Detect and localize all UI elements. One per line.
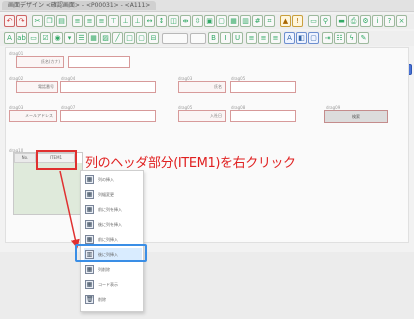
same-size-icon[interactable]: ◫ — [168, 15, 179, 27]
send-back-icon[interactable]: ▢ — [216, 15, 227, 27]
paste-icon[interactable]: ▤ — [56, 15, 67, 27]
align-right-icon[interactable]: ≡ — [96, 15, 107, 27]
grid-icon: ▦ — [85, 220, 94, 229]
item1-highlight-box — [36, 150, 77, 170]
grid-tool-icon[interactable]: ▦ — [88, 32, 99, 44]
event-icon[interactable]: ϟ — [346, 32, 357, 44]
search-button[interactable]: 検索 — [324, 110, 388, 123]
warning-icon[interactable]: ! — [292, 15, 303, 27]
align-top-icon[interactable]: ⊤ — [108, 15, 119, 27]
h-spacing-icon[interactable]: ⇹ — [180, 15, 191, 27]
label-name[interactable]: 氏名 — [178, 81, 226, 93]
bring-front-icon[interactable]: ▣ — [204, 15, 215, 27]
menu-item[interactable]: ▦ 列幅変更 — [84, 188, 142, 201]
grid-icon: ▦ — [85, 190, 94, 199]
button-tool-icon[interactable]: ▭ — [28, 32, 39, 44]
annotation-text: 列のヘッダ部分(ITEM1)を右クリック — [85, 156, 296, 171]
check-tool-icon[interactable]: ☑ — [40, 32, 51, 44]
snap-icon[interactable]: ⌗ — [264, 15, 275, 27]
menu-item[interactable]: 🗑 削除 — [84, 293, 142, 306]
lock-icon[interactable]: ▲ — [280, 15, 291, 27]
image-tool-icon[interactable]: ▨ — [100, 32, 111, 44]
grid-icon: ▦ — [85, 175, 94, 184]
zoom-icon[interactable]: ⚲ — [320, 15, 331, 27]
label-phone[interactable]: 電話番号 — [16, 81, 58, 93]
field-name[interactable] — [230, 81, 296, 93]
title-bar: 画面デザイン <確認画面> - <P00031> - <A111> — [0, 0, 414, 12]
combo-tool-icon[interactable]: ▾ — [64, 32, 75, 44]
grid-icon: ▦ — [85, 235, 94, 244]
field-date[interactable] — [230, 110, 296, 122]
selected-menu-highlight — [75, 244, 147, 262]
print-icon[interactable]: ⎙ — [348, 15, 359, 27]
rect-tool-icon[interactable]: □ — [124, 32, 135, 44]
tab-tool-icon[interactable]: ⊟ — [148, 32, 159, 44]
text-center-icon[interactable]: ≡ — [258, 32, 269, 44]
tab-order-icon[interactable]: ⇥ — [322, 32, 333, 44]
frame-tool-icon[interactable]: ▢ — [136, 32, 147, 44]
grid-toggle-icon[interactable]: # — [252, 15, 263, 27]
grid-icon: ▦ — [85, 280, 94, 289]
context-menu: ▦ 列の挿入 ▦ 列幅変更 ▦ 前に列を挿入 ▦ 後に列を挿入 ▦ 前に列挿入 … — [80, 170, 144, 312]
italic-icon[interactable]: I — [220, 32, 231, 44]
menu-item[interactable]: ▦ 列の挿入 — [84, 173, 142, 186]
same-width-icon[interactable]: ↔ — [144, 15, 155, 27]
grid-icon: ▦ — [85, 205, 94, 214]
textbox-tool-icon[interactable]: ab — [16, 32, 27, 44]
field-phone[interactable] — [60, 81, 156, 93]
font-color-icon[interactable]: A — [284, 32, 295, 44]
list-tool-icon[interactable]: ☰ — [76, 32, 87, 44]
menu-item[interactable]: ▦ 列削除 — [84, 263, 142, 276]
copy-icon[interactable]: ❐ — [44, 15, 55, 27]
align-center-icon[interactable]: ≡ — [84, 15, 95, 27]
grid-icon: ▦ — [85, 265, 94, 274]
underline-icon[interactable]: U — [232, 32, 243, 44]
close-icon[interactable]: × — [396, 15, 407, 27]
ungroup-icon[interactable]: ▥ — [240, 15, 251, 27]
save-icon[interactable]: ▬ — [336, 15, 347, 27]
design-window: 画面デザイン <確認画面> - <P00031> - <A111> ↶ ↷ ✂ … — [0, 0, 414, 252]
label-email[interactable]: メールアドレス — [9, 110, 57, 122]
font-size-select[interactable] — [190, 33, 206, 44]
toolbar-top: ↶ ↷ ✂ ❐ ▤ ≡ ≡ ≡ ⊤ ⊥ ⊥ ↔ ↕ ◫ ⇹ ⇳ ▣ ▢ ▦ ▥ … — [0, 14, 414, 29]
info-icon[interactable]: i — [372, 15, 383, 27]
label-tool-icon[interactable]: A — [4, 32, 15, 44]
redo-icon[interactable]: ↷ — [16, 15, 27, 27]
align-bottom-icon[interactable]: ⊥ — [132, 15, 143, 27]
label-name-kana[interactable]: 氏名(カナ) — [16, 56, 64, 68]
font-select[interactable] — [162, 33, 188, 44]
menu-item[interactable]: ▦ 後に列を挿入 — [84, 218, 142, 231]
property-icon[interactable]: ☷ — [334, 32, 345, 44]
window-title: 画面デザイン <確認画面> - <P00031> - <A111> — [2, 1, 157, 10]
undo-icon[interactable]: ↶ — [4, 15, 15, 27]
group-icon[interactable]: ▦ — [228, 15, 239, 27]
settings-icon[interactable]: ⚙ — [360, 15, 371, 27]
align-middle-icon[interactable]: ⊥ — [120, 15, 131, 27]
grid-body[interactable] — [14, 163, 82, 214]
align-left-icon[interactable]: ≡ — [72, 15, 83, 27]
same-height-icon[interactable]: ↕ — [156, 15, 167, 27]
trash-icon: 🗑 — [85, 295, 94, 304]
field-email[interactable] — [60, 110, 156, 122]
v-spacing-icon[interactable]: ⇳ — [192, 15, 203, 27]
help-icon[interactable]: ? — [384, 15, 395, 27]
grid-header-no[interactable]: No. — [14, 153, 36, 163]
radio-tool-icon[interactable]: ◉ — [52, 32, 63, 44]
text-right-icon[interactable]: ≡ — [270, 32, 281, 44]
line-tool-icon[interactable]: ╱ — [112, 32, 123, 44]
label-date[interactable]: 入社日 — [178, 110, 226, 122]
cut-icon[interactable]: ✂ — [32, 15, 43, 27]
toolbar-format: A ab ▭ ☑ ◉ ▾ ☰ ▦ ▨ ╱ □ ▢ ⊟ B I U ≡ ≡ ≡ A… — [0, 31, 414, 75]
field-name-kana[interactable] — [68, 56, 130, 68]
script-icon[interactable]: ✎ — [358, 32, 369, 44]
menu-item[interactable]: ▦ コード表示 — [84, 278, 142, 291]
menu-item[interactable]: ▦ 前に列を挿入 — [84, 203, 142, 216]
border-color-icon[interactable]: ▢ — [308, 32, 319, 44]
bold-icon[interactable]: B — [208, 32, 219, 44]
fill-color-icon[interactable]: ◧ — [296, 32, 307, 44]
preview-icon[interactable]: ▭ — [308, 15, 319, 27]
text-left-icon[interactable]: ≡ — [246, 32, 257, 44]
